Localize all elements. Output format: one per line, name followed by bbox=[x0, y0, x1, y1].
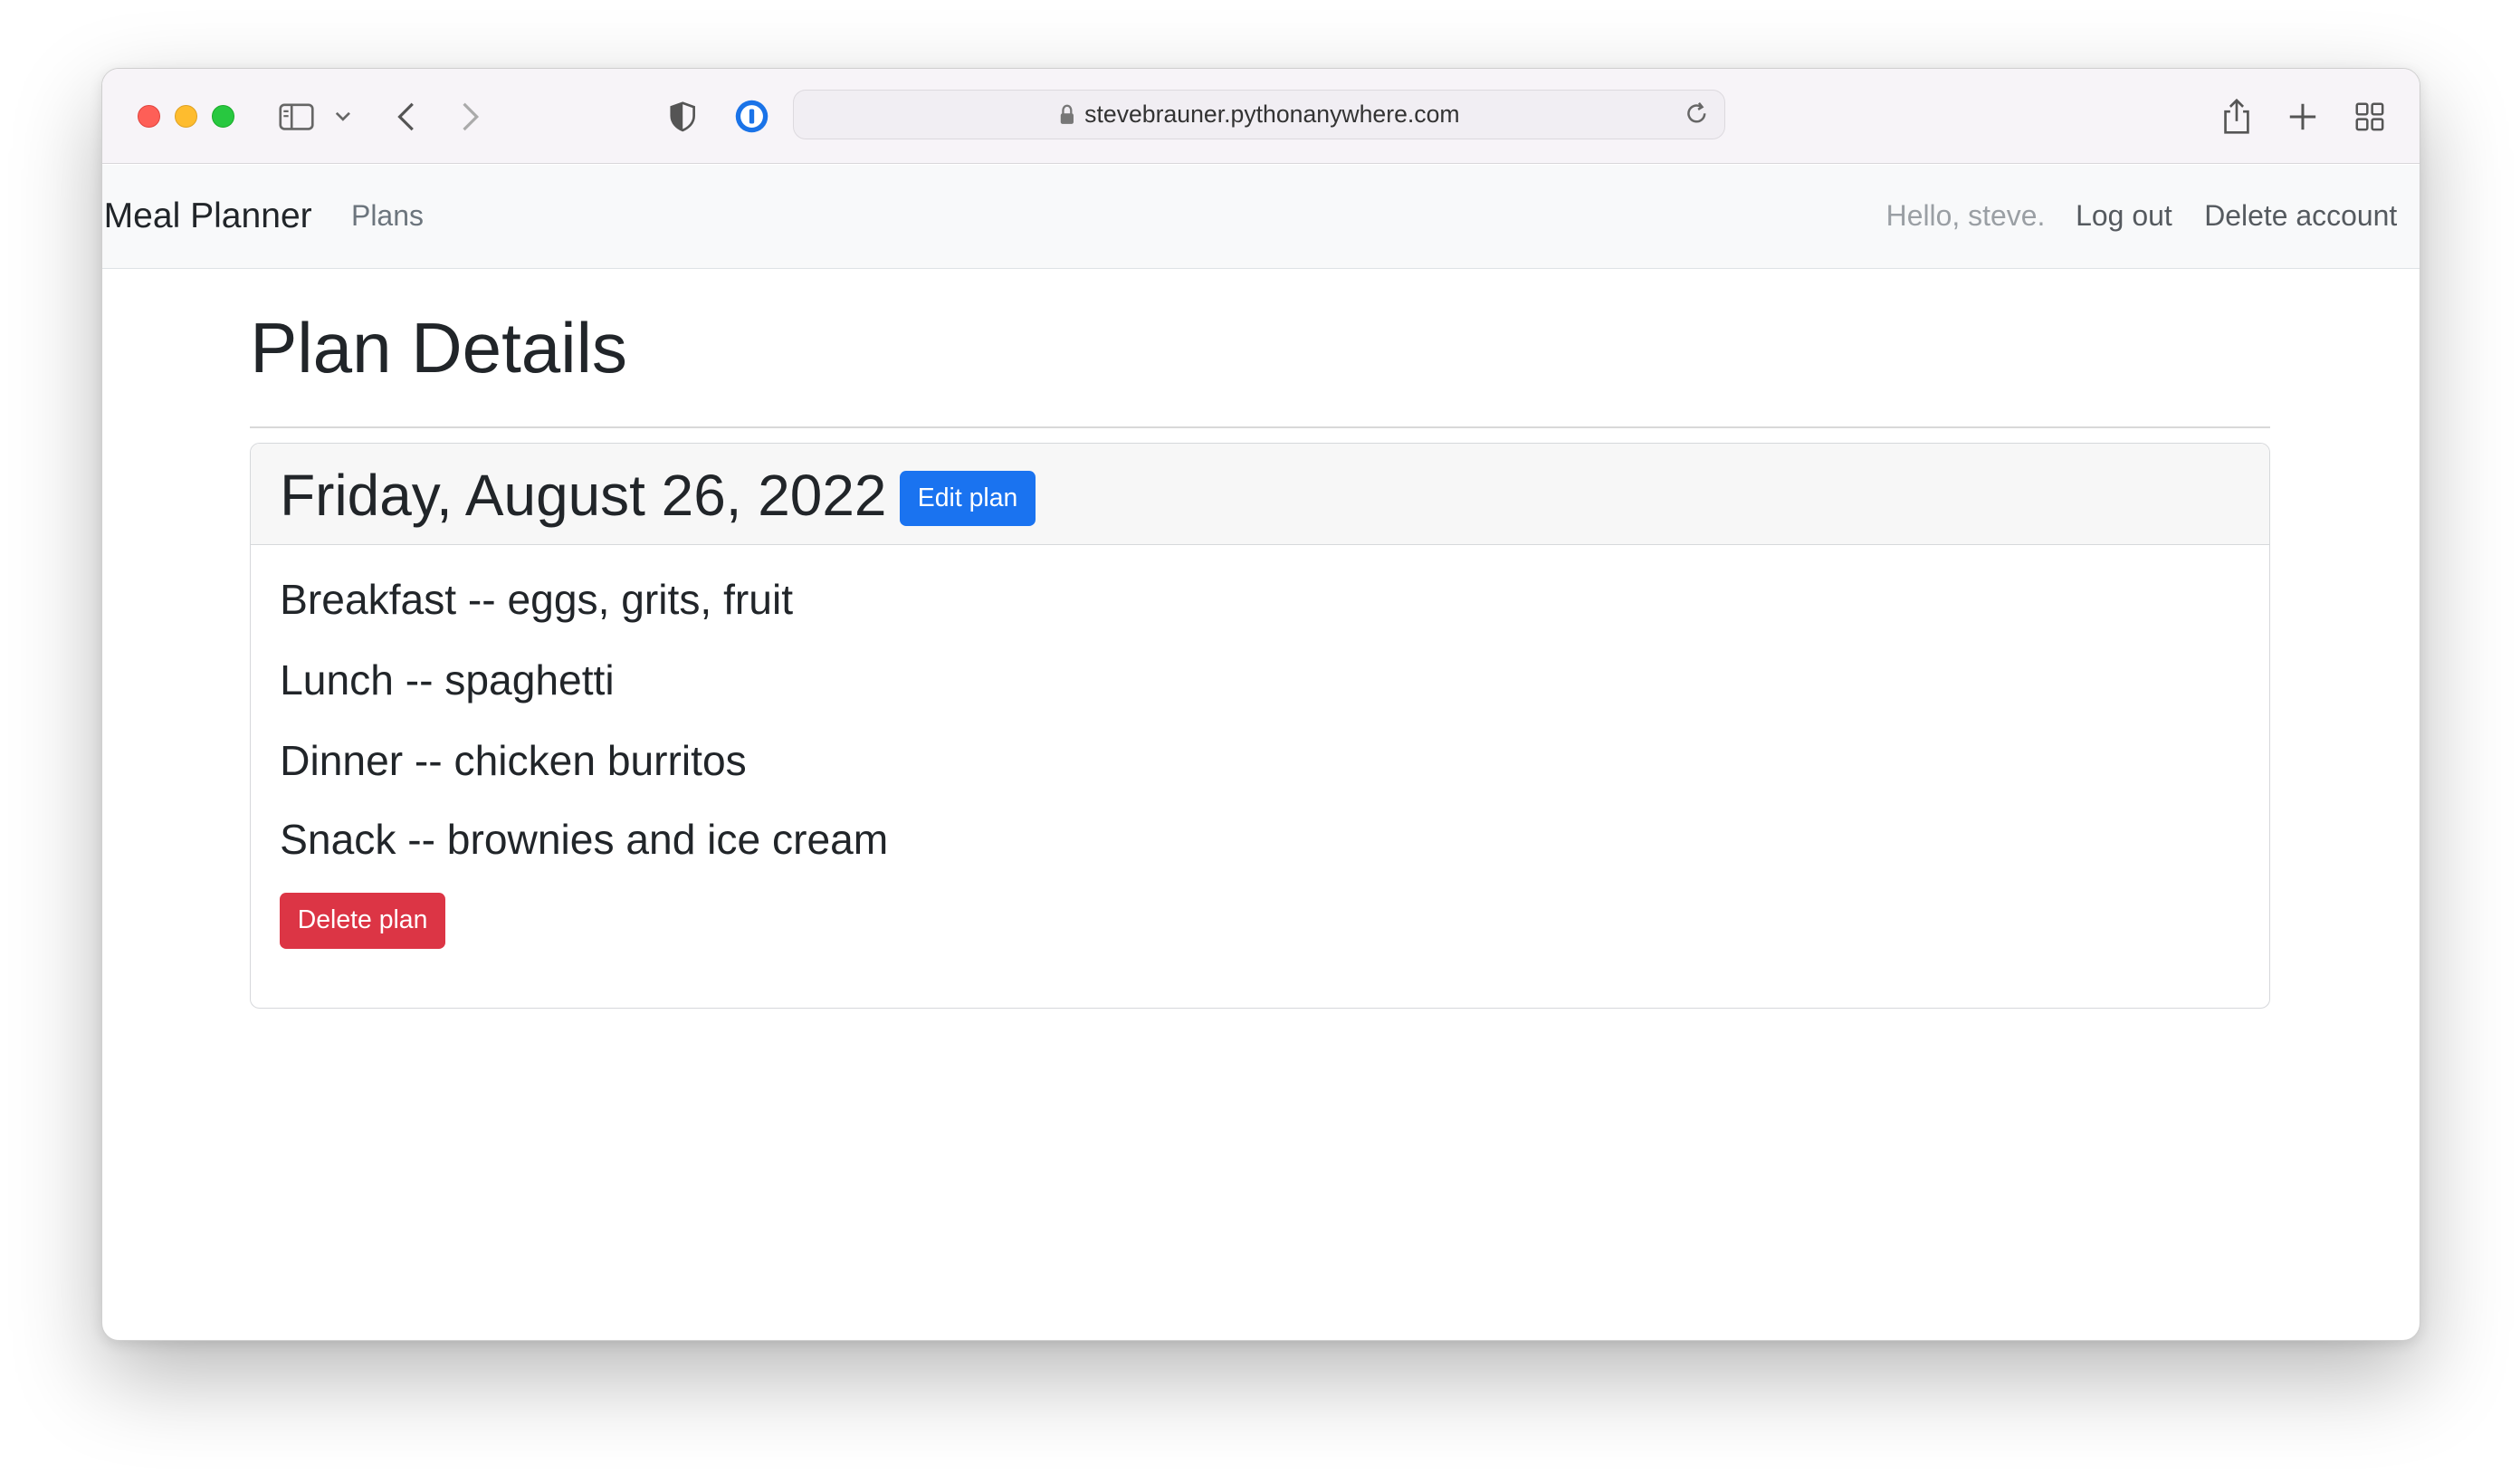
nav-link-delete-account[interactable]: Delete account bbox=[2204, 165, 2397, 268]
privacy-shield-icon[interactable] bbox=[666, 96, 699, 138]
app-navbar: Meal Planner Plans Hello, steve. Log out… bbox=[101, 165, 2420, 269]
minimize-window-button[interactable] bbox=[174, 105, 197, 129]
plan-card: Friday, August 26, 2022 Edit plan Breakf… bbox=[250, 443, 2270, 1010]
meal-item-snack: Snack -- brownies and ice cream bbox=[280, 815, 889, 863]
delete-plan-button[interactable]: Delete plan bbox=[280, 892, 446, 949]
close-window-button[interactable] bbox=[137, 105, 160, 129]
back-arrow-icon[interactable] bbox=[391, 96, 420, 138]
greeting-text: Hello, steve. bbox=[1885, 199, 2046, 233]
page-title: Plan Details bbox=[250, 308, 627, 388]
edit-plan-button[interactable]: Edit plan bbox=[900, 471, 1036, 526]
meal-item-breakfast: Breakfast -- eggs, grits, fruit bbox=[280, 576, 794, 624]
reload-icon[interactable] bbox=[1685, 101, 1709, 133]
zoom-window-button[interactable] bbox=[211, 105, 234, 129]
tab-overview-icon[interactable] bbox=[2353, 96, 2388, 138]
url-text[interactable]: stevebrauner.pythonanywhere.com bbox=[1084, 100, 1459, 129]
password-manager-icon[interactable] bbox=[732, 96, 771, 138]
plan-date: Friday, August 26, 2022 bbox=[280, 462, 887, 528]
address-bar[interactable]: stevebrauner.pythonanywhere.com bbox=[793, 89, 1726, 139]
browser-window: stevebrauner.pythonanywhere.com Meal Pla… bbox=[100, 67, 2421, 1341]
brand-link[interactable]: Meal Planner bbox=[104, 165, 312, 268]
divider bbox=[250, 426, 2270, 429]
browser-toolbar: stevebrauner.pythonanywhere.com bbox=[101, 68, 2420, 165]
chevron-down-icon[interactable] bbox=[332, 96, 355, 138]
sidebar-icon[interactable] bbox=[276, 96, 318, 138]
nav-link-plans[interactable]: Plans bbox=[351, 165, 424, 268]
plan-card-header: Friday, August 26, 2022 Edit plan bbox=[251, 444, 2269, 546]
forward-arrow-icon[interactable] bbox=[455, 96, 484, 138]
meal-item-dinner: Dinner -- chicken burritos bbox=[280, 736, 747, 784]
meal-item-lunch: Lunch -- spaghetti bbox=[280, 656, 615, 704]
lock-icon bbox=[1059, 104, 1075, 125]
nav-link-logout[interactable]: Log out bbox=[2076, 165, 2172, 268]
new-tab-plus-icon[interactable] bbox=[2285, 96, 2320, 138]
share-icon[interactable] bbox=[2219, 96, 2254, 138]
